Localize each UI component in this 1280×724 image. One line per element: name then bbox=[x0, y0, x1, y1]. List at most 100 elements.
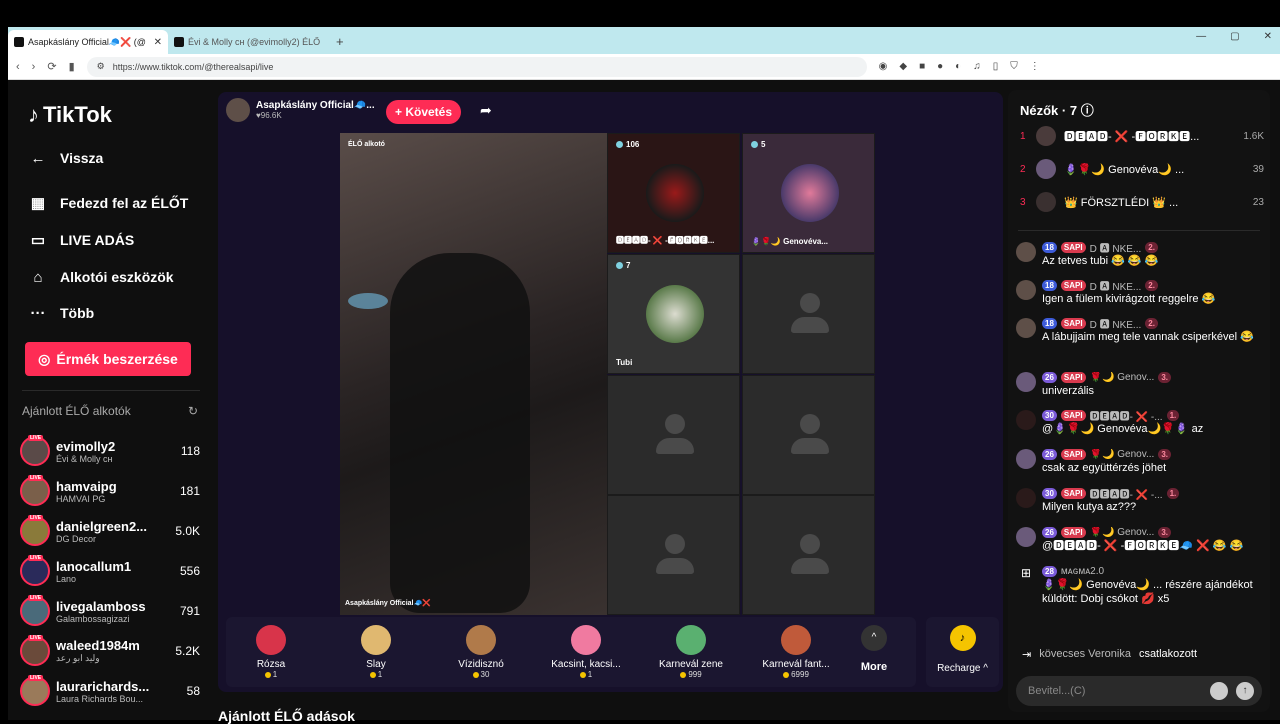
tab-close-icon[interactable]: ✕ bbox=[154, 37, 162, 48]
recommended-creator[interactable]: LIVE lanocallum1 Lano 556 bbox=[20, 553, 200, 589]
forward-arrow-icon[interactable]: › bbox=[32, 61, 36, 73]
gift-message[interactable]: ⊞ 28 ᴍᴀɢᴍᴀ2.0 🪻🌹🌙 Genovéva🌙 ... részére a… bbox=[1016, 564, 1266, 606]
bookmark-icon[interactable]: ▮ bbox=[69, 60, 75, 73]
chat-message[interactable]: 18 SAPI D 🅰 NKE... 2. Az tetves tubi 😂 😂 😂 bbox=[1016, 240, 1266, 268]
empty-seat[interactable] bbox=[742, 495, 875, 615]
new-tab-button[interactable]: + bbox=[326, 30, 354, 54]
extension-icon[interactable]: ♫ bbox=[973, 61, 981, 72]
chat-input[interactable]: Bevitel...(C) ↑ bbox=[1016, 676, 1262, 706]
chat-message[interactable]: 26 SAPI 🌹🌙 Genov... 3. univerzális bbox=[1016, 370, 1266, 398]
gift-item[interactable]: Vízidisznó 30 bbox=[436, 625, 526, 679]
chat-username[interactable]: D 🅰 NKE... bbox=[1090, 278, 1142, 293]
logo-text: TikTok bbox=[43, 102, 112, 127]
site-info-icon[interactable]: ⚙ bbox=[97, 61, 105, 72]
host-video[interactable]: ÉLŐ alkotó Asapkáslány Official🧢❌ bbox=[340, 133, 607, 615]
emoji-icon[interactable] bbox=[1210, 682, 1228, 700]
chevron-up-icon: ^ bbox=[861, 625, 887, 651]
gift-item[interactable]: Rózsa 1 bbox=[226, 625, 316, 679]
extension-icon[interactable]: ● bbox=[937, 61, 943, 72]
recommended-creator[interactable]: LIVE danielgreen2... DG Decor 5.0K bbox=[20, 513, 200, 549]
tiktok-logo[interactable]: ♪ TikTok bbox=[28, 102, 112, 128]
viewer-count: 556 bbox=[179, 564, 200, 578]
sidebar-item-explore-live[interactable]: ▦ Fedezd fel az ÉLŐT bbox=[28, 193, 188, 213]
address-bar[interactable]: ⚙ https://www.tiktok.com/@therealsapi/li… bbox=[86, 56, 867, 77]
avatar: LIVE bbox=[20, 475, 50, 506]
top-viewer-row[interactable]: 1 🅳🅴🅰🅳- ❌ -🅵🅾🆁🅺🅴... 1.6K bbox=[1020, 126, 1264, 146]
chat-username[interactable]: 🅳🅴🅰🅳- ❌ -... bbox=[1090, 486, 1163, 501]
gift-item[interactable]: Slay 1 bbox=[331, 625, 421, 679]
joined-username[interactable]: kövecses Veronika bbox=[1039, 648, 1131, 661]
close-window-button[interactable]: ✕ bbox=[1264, 31, 1272, 42]
guest-tile[interactable]: 5 🪻🌹🌙 Genovéva... bbox=[742, 133, 875, 253]
minimize-button[interactable]: — bbox=[1196, 31, 1206, 42]
browser-tab-inactive[interactable]: Évi & Molly ᴄʜ (@evimolly2) ÉLŐ adá bbox=[168, 30, 326, 54]
viewer-count: 5.0K bbox=[175, 524, 200, 538]
chat-username[interactable]: 🌹🌙 Genov... bbox=[1090, 527, 1155, 538]
top-viewer-row[interactable]: 2 🪻🌹🌙 Genovéva🌙 ... 39 bbox=[1020, 159, 1264, 179]
back-arrow-icon[interactable]: ‹ bbox=[16, 61, 20, 73]
extension-icon[interactable]: ■ bbox=[919, 61, 925, 72]
menu-icon[interactable]: ⋮ bbox=[1030, 61, 1040, 72]
refresh-icon[interactable]: ↻ bbox=[188, 404, 198, 418]
info-icon[interactable]: ⓘ bbox=[1081, 103, 1094, 118]
sidebar-item-more[interactable]: ··· Több bbox=[28, 303, 95, 323]
chat-message[interactable]: 30 SAPI 🅳🅴🅰🅳- ❌ -... 1. @🪻🌹🌙 Genovéva🌙🌹🪻 az bbox=[1016, 408, 1266, 436]
chat-message[interactable]: 18 SAPI D 🅰 NKE... 2. Igen a fülem kivirágz… bbox=[1016, 278, 1266, 306]
chat-message[interactable]: 18 SAPI D 🅰 NKE... 2. A lábujjaim meg tele … bbox=[1016, 316, 1266, 344]
follow-button[interactable]: + Követés bbox=[386, 100, 461, 124]
empty-seat[interactable] bbox=[742, 254, 875, 374]
recharge-label: Recharge ^ bbox=[937, 663, 988, 674]
shield-icon[interactable]: ⛉ bbox=[1010, 61, 1018, 72]
gift-item[interactable]: Karnevál zene 999 bbox=[646, 625, 736, 679]
browser-tab-active[interactable]: Asapkáslány Official🧢❌ (@ ✕ bbox=[8, 30, 168, 54]
recommended-creator[interactable]: LIVE livegalamboss Galambossagizazi 791 bbox=[20, 593, 200, 629]
rose-gift-icon bbox=[256, 625, 286, 655]
sidebar-icon[interactable]: ▯ bbox=[993, 61, 999, 72]
chat-username[interactable]: D 🅰 NKE... bbox=[1090, 316, 1142, 331]
gift-item[interactable]: Karnevál fant... 6999 bbox=[751, 625, 841, 679]
top-viewer-row[interactable]: 3 👑 FÖRSZTLÉDI 👑 ... 23 bbox=[1020, 192, 1264, 212]
extension-icon[interactable]: ◆ bbox=[899, 61, 907, 72]
extension-icon[interactable]: ◐ bbox=[955, 61, 961, 72]
viewers-title[interactable]: Nézők · 7 ⓘ bbox=[1020, 100, 1094, 119]
host-header[interactable]: Asapkáslány Official🧢... ♥96.6K bbox=[226, 98, 375, 122]
recommended-creator[interactable]: LIVE hamvaipg HAMVAI PG 181 bbox=[20, 473, 200, 509]
join-notice: ⇥ kövecses Veronika csatlakozott bbox=[1022, 648, 1197, 661]
host-avatar[interactable] bbox=[226, 98, 250, 122]
empty-seat[interactable] bbox=[607, 375, 740, 495]
share-icon[interactable]: ➦ bbox=[480, 102, 492, 119]
sidebar-item-live-broadcast[interactable]: ▭ LIVE ADÁS bbox=[28, 230, 134, 250]
empty-seat[interactable] bbox=[607, 495, 740, 615]
chat-message[interactable]: 26 SAPI 🌹🌙 Genov... 3. csak az együttérzés … bbox=[1016, 447, 1266, 475]
guest-tile[interactable]: 7 Tubi bbox=[607, 254, 740, 374]
recommended-creator[interactable]: LIVE laurarichards... Laura Richards Bou.… bbox=[20, 673, 200, 709]
guest-score: 7 bbox=[616, 261, 630, 270]
divider bbox=[22, 390, 200, 391]
sidebar-item-creator-tools[interactable]: ⌂ Alkotói eszközök bbox=[28, 267, 173, 287]
empty-seat[interactable] bbox=[742, 375, 875, 495]
chat-text: Milyen kutya az??? bbox=[1042, 501, 1137, 513]
slay-gift-icon bbox=[361, 625, 391, 655]
chat-message[interactable]: 30 SAPI 🅳🅴🅰🅳- ❌ -... 1. Milyen kutya az??? bbox=[1016, 486, 1266, 514]
guest-count: 7 bbox=[626, 261, 631, 270]
back-link[interactable]: ← Vissza bbox=[28, 148, 104, 168]
send-icon[interactable]: ↑ bbox=[1236, 682, 1254, 700]
more-gifts-button[interactable]: ^ More bbox=[854, 625, 894, 673]
chat-username[interactable]: D 🅰 NKE... bbox=[1090, 240, 1142, 255]
level-badge: 30 bbox=[1042, 487, 1057, 499]
gift-item[interactable]: Kacsint, kacsi... 1 bbox=[541, 625, 631, 679]
chat-username[interactable]: ᴍᴀɢᴍᴀ2.0 bbox=[1061, 566, 1104, 577]
guest-tile[interactable]: 106 🅳🅴🅰🅳- ❌ -🅵🅾🆁🅺🅴... bbox=[607, 133, 740, 253]
chat-username[interactable]: 🅳🅴🅰🅳- ❌ -... bbox=[1090, 408, 1163, 423]
coin-icon bbox=[783, 671, 790, 678]
reload-icon[interactable]: ⟳ bbox=[47, 60, 56, 73]
chat-username[interactable]: 🌹🌙 Genov... bbox=[1090, 449, 1155, 460]
get-coins-button[interactable]: ◎ Érmék beszerzése bbox=[25, 342, 191, 376]
recommended-creator[interactable]: LIVE evimolly2 Évi & Molly ᴄʜ 118 bbox=[20, 433, 200, 469]
recharge-button[interactable]: ♪ Recharge ^ bbox=[926, 617, 999, 687]
chat-username[interactable]: 🌹🌙 Genov... bbox=[1090, 372, 1155, 383]
maximize-button[interactable]: ▢ bbox=[1230, 31, 1239, 42]
chat-message[interactable]: 26 SAPI 🌹🌙 Genov... 3. @🅳🅴🅰🅳- ❌ -🅵🅾🆁🅺🅴🧢 ❌ 😂… bbox=[1016, 525, 1266, 553]
extension-icon[interactable]: ◉ bbox=[879, 61, 888, 72]
recommended-creator[interactable]: LIVE waleed1984m وليد ابو رعد 5.2K bbox=[20, 633, 200, 669]
